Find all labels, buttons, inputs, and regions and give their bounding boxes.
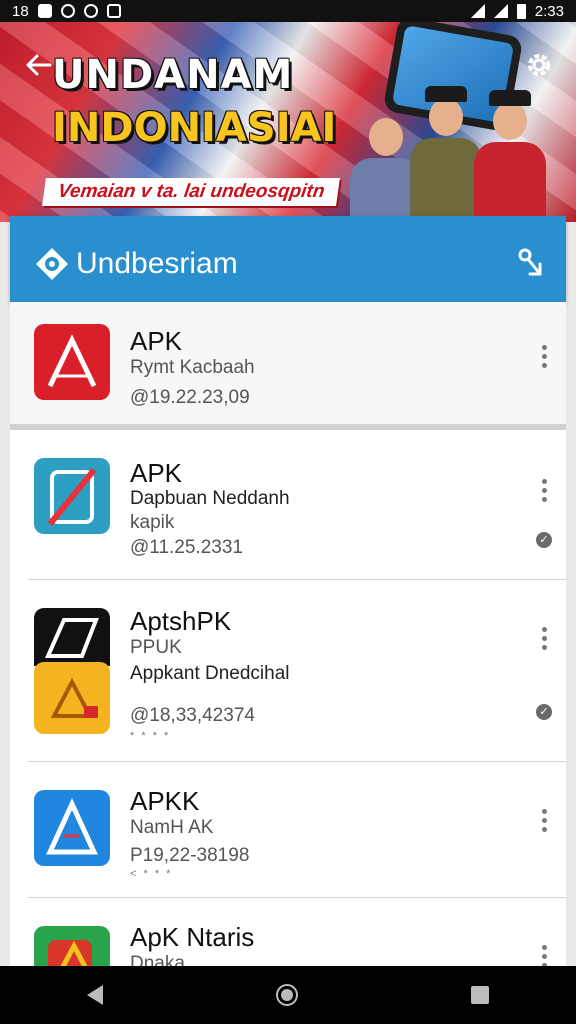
app-version: @19.22.23,09	[130, 387, 250, 408]
status-time: 2:33	[534, 2, 564, 20]
app-header: Undbesriam	[10, 216, 566, 302]
verified-icon: ✓	[536, 704, 552, 720]
person-illustration	[474, 90, 546, 222]
app-icon	[34, 608, 110, 666]
back-button[interactable]	[24, 50, 58, 84]
triangle-logo-icon	[47, 334, 97, 388]
settings-button[interactable]	[524, 50, 554, 80]
share-icon[interactable]	[516, 246, 546, 280]
app-logo-icon	[36, 248, 68, 280]
battery-icon	[516, 3, 526, 19]
triangle-logo-icon	[46, 797, 98, 855]
signal-icon	[493, 4, 508, 18]
app-rating: < * * *	[130, 868, 173, 880]
nav-back-button[interactable]	[86, 985, 103, 1005]
list-item[interactable]: ApK Ntaris Dnaka	[10, 898, 566, 966]
app-icon	[34, 458, 110, 534]
app-version: @11.25.2331	[130, 537, 243, 558]
package-logo-icon	[47, 468, 97, 526]
person-illustration	[410, 86, 482, 222]
notification-icon	[37, 4, 52, 18]
list-item[interactable]: APKK NamH AK P19,22-38198 < * * *	[10, 762, 566, 898]
wifi-icon	[470, 4, 485, 18]
banner-title-line2: INDONIASIAI	[52, 105, 337, 151]
app-version: P19,22-38198	[130, 845, 250, 866]
list-item[interactable]: APK Rymt Kacbaah @19.22.23,09	[10, 302, 566, 430]
more-options-button[interactable]	[536, 342, 552, 372]
list-item[interactable]: AptshPK PPUK Appkant Dnedcihal @18,33,42…	[10, 580, 566, 762]
app-name: APKK	[130, 786, 200, 816]
message-icon	[106, 4, 121, 18]
status-bar: 18 2:33	[0, 0, 576, 22]
more-options-button[interactable]	[536, 942, 552, 966]
app-category: kapik	[130, 512, 175, 533]
app-developer: Appkant Dnedcihal	[130, 663, 290, 684]
game-icon	[83, 4, 98, 18]
status-left-text: 18	[12, 2, 29, 20]
app-rating: * * * *	[130, 730, 171, 742]
app-icon	[34, 926, 110, 966]
record-icon	[60, 4, 75, 18]
app-logo-icon	[48, 940, 92, 966]
nav-home-button[interactable]	[275, 984, 298, 1006]
app-developer: Rymt Kacbaah	[130, 357, 255, 378]
more-options-button[interactable]	[536, 476, 552, 506]
nav-recents-button[interactable]	[471, 986, 490, 1004]
app-name: APK	[130, 326, 183, 356]
app-icon	[34, 790, 110, 866]
app-name: ApK Ntaris	[130, 922, 255, 952]
verified-icon: ✓	[536, 532, 552, 548]
more-options-button[interactable]	[536, 624, 552, 654]
app-developer: Dapbuan Neddanh	[130, 488, 290, 509]
promo-banner: UNDANAM INDONIASIAI Vemaian v ta. lai un…	[0, 22, 576, 222]
app-developer: NamH AK	[130, 817, 214, 838]
apk-logo-icon	[44, 618, 99, 658]
navigation-bar	[0, 966, 576, 1024]
app-list: APK Rymt Kacbaah @19.22.23,09 APK Dapbua…	[10, 302, 566, 966]
app-tag: PPUK	[130, 637, 182, 658]
header-title: Undbesriam	[76, 247, 238, 280]
app-version: @18,33,42374	[130, 705, 255, 726]
banner-title: UNDANAM	[52, 52, 294, 98]
app-name: AptshPK	[130, 606, 232, 636]
app-developer: Dnaka	[130, 953, 185, 966]
app-icon	[34, 324, 110, 400]
arrow-left-icon	[26, 54, 52, 76]
list-item[interactable]: APK Dapbuan Neddanh kapik @11.25.2331 ✓	[10, 436, 566, 580]
app-name: APK	[130, 458, 183, 488]
more-options-button[interactable]	[536, 806, 552, 836]
banner-subtitle: Vemaian v ta. lai undeosqpitn	[42, 178, 341, 206]
app-icon	[34, 662, 110, 734]
gear-icon	[528, 54, 550, 76]
triangle-logo-icon	[50, 677, 98, 718]
